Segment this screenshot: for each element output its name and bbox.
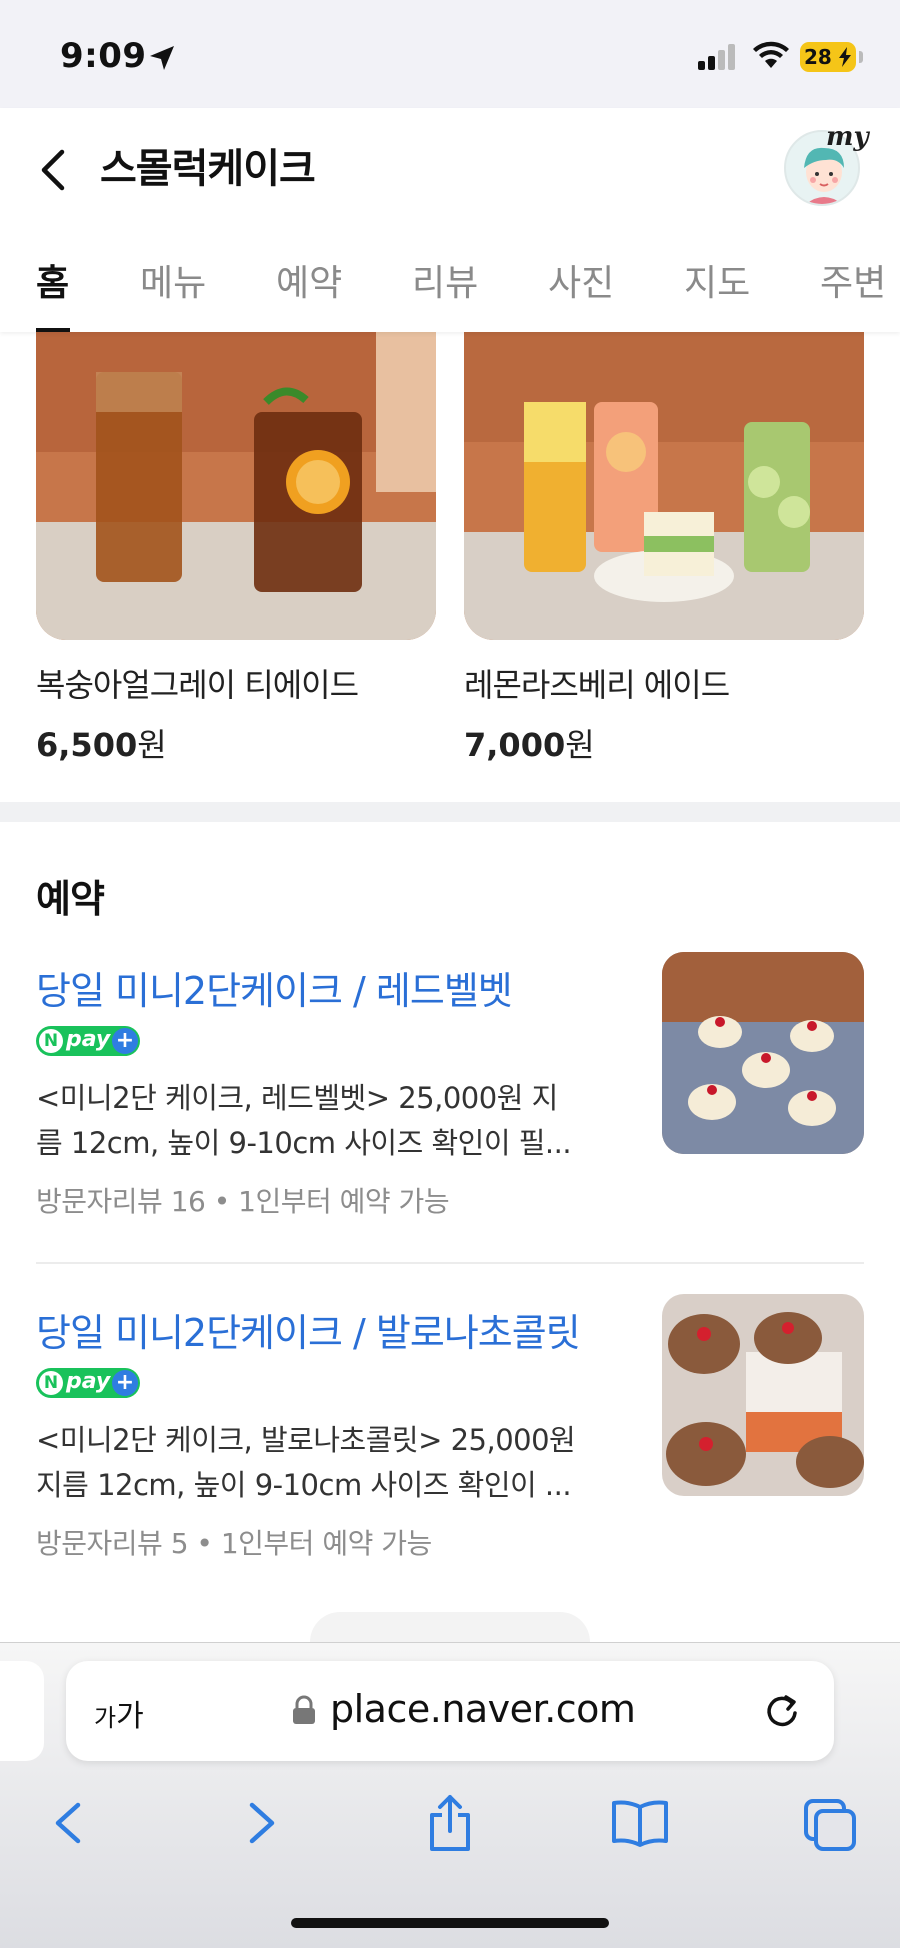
- place-header: 스몰럭케이크 my 홈 메뉴 예약 리뷰 사진 지도 주변: [0, 108, 900, 332]
- menu-list: 복숭아얼그레이 티에이드 6,500원 레몬라즈베리 에이드 7,000원: [0, 332, 900, 802]
- menu-photo-lemon-raspberry: [464, 332, 864, 640]
- red-velvet-cake-thumbnail[interactable]: [662, 952, 864, 1154]
- reservation-meta: 방문자리뷰 5 • 1인부터 예약 가능: [36, 1527, 432, 1560]
- menu-card[interactable]: 복숭아얼그레이 티에이드 6,500원: [36, 332, 436, 766]
- reservation-description: <미니2단 케이크, 레드벨벳> 25,000원 지 름 12cm, 높이 9-…: [36, 1081, 572, 1160]
- reservation-section-title: 예약: [36, 877, 105, 921]
- battery-nub: [859, 51, 863, 63]
- home-indicator[interactable]: [291, 1918, 609, 1928]
- status-time: 9:09: [60, 36, 147, 76]
- chevron-left-icon[interactable]: [32, 140, 72, 200]
- page-settings-button[interactable]: 가가: [94, 1691, 144, 1735]
- tab-reservation[interactable]: 예약: [276, 254, 342, 306]
- npay-plus-badge: N pay +: [36, 1368, 140, 1398]
- menu-price: 6,500원: [36, 726, 167, 764]
- chocolate-cake-thumbnail[interactable]: [662, 1294, 864, 1496]
- tab-bar: 홈 메뉴 예약 리뷰 사진 지도 주변: [0, 238, 900, 332]
- url-text: place.naver.com: [330, 1687, 636, 1731]
- npay-n-icon: N: [39, 1029, 63, 1053]
- charging-bolt-icon: [839, 47, 851, 67]
- page-title: 스몰럭케이크: [100, 146, 316, 192]
- location-arrow-icon: [150, 46, 174, 70]
- section-divider: [0, 802, 900, 822]
- previous-tab-preview[interactable]: [0, 1661, 44, 1761]
- menu-card[interactable]: 레몬라즈베리 에이드 7,000원: [464, 332, 864, 766]
- tab-map[interactable]: 지도: [684, 254, 750, 306]
- battery-level: 28: [804, 45, 832, 69]
- plus-icon: +: [112, 1370, 138, 1396]
- battery-indicator: 28: [800, 42, 856, 72]
- share-icon[interactable]: [420, 1793, 480, 1853]
- tabs-icon[interactable]: [800, 1793, 860, 1853]
- menu-name: 복숭아얼그레이 티에이드: [36, 666, 359, 704]
- menu-photo-peach-earlgrey: [36, 332, 436, 640]
- list-divider: [36, 1262, 864, 1264]
- tab-home[interactable]: 홈: [36, 254, 69, 306]
- my-label: my: [826, 122, 869, 152]
- forward-arrow-icon[interactable]: [232, 1793, 292, 1853]
- tab-photo[interactable]: 사진: [548, 254, 614, 306]
- tab-menu[interactable]: 메뉴: [140, 254, 206, 306]
- address-bar[interactable]: 가가 place.naver.com: [66, 1661, 834, 1761]
- menu-price: 7,000원: [464, 726, 595, 764]
- reservation-item[interactable]: 당일 미니2단케이크 / 레드벨벳 N pay + <미니2단 케이크, 레드벨…: [36, 952, 864, 1218]
- back-arrow-icon[interactable]: [38, 1793, 98, 1853]
- reservation-title-link[interactable]: 당일 미니2단케이크 / 발로나초콜릿: [36, 1302, 581, 1357]
- reservation-description: <미니2단 케이크, 발로나초콜릿> 25,000원 지름 12cm, 높이 9…: [36, 1423, 576, 1502]
- lock-icon: [293, 1695, 315, 1724]
- plus-icon: +: [112, 1028, 138, 1054]
- npay-plus-badge: N pay +: [36, 1026, 140, 1056]
- npay-label: pay: [66, 1027, 111, 1052]
- tab-review[interactable]: 리뷰: [412, 254, 478, 306]
- status-bar: 9:09 28: [0, 0, 900, 108]
- wifi-icon: [753, 41, 789, 68]
- reservation-item[interactable]: 당일 미니2단케이크 / 발로나초콜릿 N pay + <미니2단 케이크, 발…: [36, 1294, 864, 1560]
- browser-toolbar: 가가 place.naver.com: [0, 1642, 900, 1948]
- reservation-title-link[interactable]: 당일 미니2단케이크 / 레드벨벳: [36, 960, 513, 1015]
- reload-icon[interactable]: [762, 1691, 802, 1731]
- cellular-signal-icon: [698, 44, 735, 70]
- menu-name: 레몬라즈베리 에이드: [464, 666, 730, 704]
- npay-n-icon: N: [39, 1371, 63, 1395]
- npay-label: pay: [66, 1369, 111, 1394]
- active-tab-indicator: [36, 328, 70, 332]
- bookmarks-icon[interactable]: [610, 1793, 670, 1853]
- tab-nearby[interactable]: 주변: [820, 254, 886, 306]
- reservation-meta: 방문자리뷰 16 • 1인부터 예약 가능: [36, 1185, 450, 1218]
